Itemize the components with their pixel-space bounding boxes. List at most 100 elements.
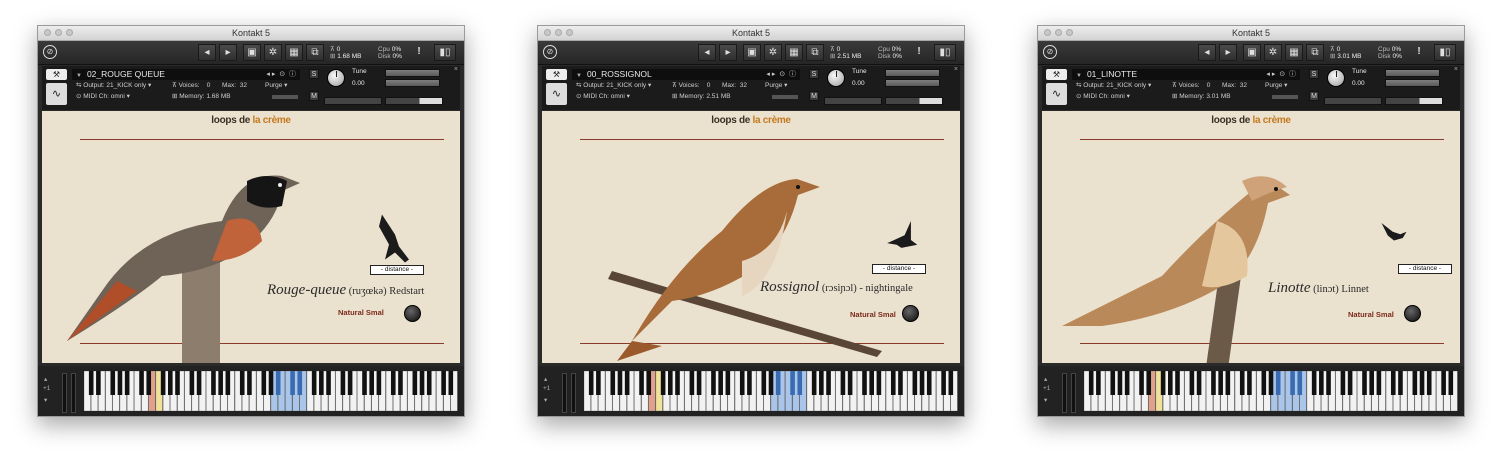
black-key[interactable]	[761, 371, 767, 395]
black-key[interactable]	[624, 371, 630, 395]
black-key[interactable]	[847, 371, 853, 395]
midi-channel-selector[interactable]: ⊙ MIDI Ch: omni ▾	[76, 92, 130, 102]
pan-slider[interactable]	[824, 97, 882, 105]
pitch-bend-wheel[interactable]	[1062, 373, 1067, 413]
instrument-nav-icons[interactable]: ◂ ▸ ⊙ ⓘ	[266, 69, 296, 80]
black-key[interactable]	[1261, 371, 1267, 395]
kontakt-logo-icon[interactable]: ⊘	[543, 45, 557, 59]
mute-button[interactable]: M	[309, 91, 319, 101]
close-instrument-icon[interactable]: ×	[1454, 66, 1458, 73]
black-key[interactable]	[790, 371, 795, 395]
black-key[interactable]	[211, 371, 216, 395]
black-key[interactable]	[189, 371, 195, 395]
black-key[interactable]	[110, 371, 116, 395]
black-key[interactable]	[1139, 371, 1144, 395]
black-key[interactable]	[1124, 371, 1130, 395]
black-key[interactable]	[247, 371, 252, 395]
black-key[interactable]	[646, 371, 652, 395]
zoom-window-button[interactable]	[1066, 29, 1073, 36]
black-key[interactable]	[419, 371, 425, 395]
black-key[interactable]	[1268, 371, 1274, 395]
kontakt-logo-icon[interactable]: ⊘	[1043, 45, 1057, 59]
black-key[interactable]	[96, 371, 101, 395]
mute-button[interactable]: M	[1309, 91, 1319, 101]
octave-up-icon[interactable]: ▴	[1044, 375, 1047, 383]
black-key[interactable]	[1225, 371, 1231, 395]
instrument-nav-icons[interactable]: ◂ ▸ ⊙ ⓘ	[1266, 69, 1296, 80]
close-instrument-icon[interactable]: ×	[954, 66, 958, 73]
black-key[interactable]	[369, 371, 374, 395]
midi-channel-selector[interactable]: ⊙ MIDI Ch: omni ▾	[576, 92, 630, 102]
black-key[interactable]	[1376, 371, 1382, 395]
wrench-icon[interactable]: ⚒	[1046, 69, 1067, 80]
black-key[interactable]	[675, 371, 680, 395]
expand-triangle-icon[interactable]: ▼	[76, 73, 82, 79]
instrument-name-field[interactable]: ▼ 01_LINOTTE ◂ ▸ ⊙ ⓘ	[1072, 69, 1300, 80]
black-key[interactable]	[1275, 371, 1281, 395]
solo-button[interactable]: S	[309, 69, 319, 79]
black-key[interactable]	[1362, 371, 1367, 395]
black-key[interactable]	[1168, 371, 1173, 395]
prev-arrow-icon[interactable]: ◂	[198, 44, 216, 61]
black-key[interactable]	[811, 371, 817, 395]
black-key[interactable]	[1290, 371, 1295, 395]
distance-selector[interactable]: - distance -	[370, 265, 424, 275]
black-key[interactable]	[1297, 371, 1303, 395]
black-key[interactable]	[275, 371, 281, 395]
output-selector[interactable]: ⇆ Output: 21_KICK only ▾	[76, 81, 151, 91]
alert-icon[interactable]: !	[410, 44, 428, 61]
black-key[interactable]	[362, 371, 367, 395]
black-key[interactable]	[639, 371, 644, 395]
black-key[interactable]	[1398, 371, 1403, 395]
next-arrow-icon[interactable]: ▸	[719, 44, 737, 61]
black-key[interactable]	[1369, 371, 1374, 395]
black-key[interactable]	[290, 371, 295, 395]
pitch-bend-wheel[interactable]	[562, 373, 567, 413]
black-key[interactable]	[225, 371, 231, 395]
window-resize-icon[interactable]: ⧉	[806, 44, 824, 61]
black-key[interactable]	[1441, 371, 1446, 395]
black-key[interactable]	[912, 371, 918, 395]
black-key[interactable]	[196, 371, 202, 395]
black-key[interactable]	[739, 371, 745, 395]
octave-down-icon[interactable]: ▾	[44, 396, 47, 404]
black-key[interactable]	[596, 371, 601, 395]
black-key[interactable]	[610, 371, 616, 395]
black-key[interactable]	[768, 371, 774, 395]
max-voices-field[interactable]: Max: 32	[1222, 81, 1247, 91]
window-resize-icon[interactable]: ⧉	[1306, 44, 1324, 61]
instrument-nav-icons[interactable]: ◂ ▸ ⊙ ⓘ	[766, 69, 796, 80]
purge-menu[interactable]: Purge ▾	[265, 81, 287, 91]
black-key[interactable]	[725, 371, 731, 395]
minimize-window-button[interactable]	[55, 29, 62, 36]
alert-icon[interactable]: !	[1410, 44, 1428, 61]
tune-knob[interactable]	[1327, 69, 1345, 87]
black-key[interactable]	[1088, 371, 1094, 395]
black-key[interactable]	[1326, 371, 1331, 395]
black-key[interactable]	[1319, 371, 1324, 395]
black-key[interactable]	[175, 371, 180, 395]
gear-icon[interactable]: ✲	[264, 44, 282, 61]
black-key[interactable]	[426, 371, 432, 395]
midi-channel-selector[interactable]: ⊙ MIDI Ch: omni ▾	[1076, 92, 1130, 102]
black-key[interactable]	[326, 371, 331, 395]
wrench-icon[interactable]: ⚒	[546, 69, 567, 80]
black-key[interactable]	[869, 371, 874, 395]
save-disk-icon[interactable]: ▣	[243, 44, 261, 61]
black-key[interactable]	[168, 371, 173, 395]
instrument-name-field[interactable]: ▼ 00_ROSSIGNOL ◂ ▸ ⊙ ⓘ	[572, 69, 800, 80]
black-key[interactable]	[1311, 371, 1317, 395]
black-key[interactable]	[1340, 371, 1346, 395]
alert-icon[interactable]: !	[910, 44, 928, 61]
black-key[interactable]	[88, 371, 94, 395]
black-key[interactable]	[876, 371, 882, 395]
octave-down-icon[interactable]: ▾	[1044, 396, 1047, 404]
wrench-icon[interactable]: ⚒	[46, 69, 67, 80]
expand-triangle-icon[interactable]: ▼	[576, 73, 582, 79]
pan-slider[interactable]	[324, 97, 382, 105]
distance-selector[interactable]: - distance -	[1398, 264, 1452, 274]
view-layout-icon[interactable]: ▦	[1285, 44, 1303, 61]
natural-small-knob[interactable]	[404, 305, 421, 322]
piano-keyboard[interactable]	[1084, 371, 1458, 411]
pitch-bend-wheel[interactable]	[62, 373, 67, 413]
